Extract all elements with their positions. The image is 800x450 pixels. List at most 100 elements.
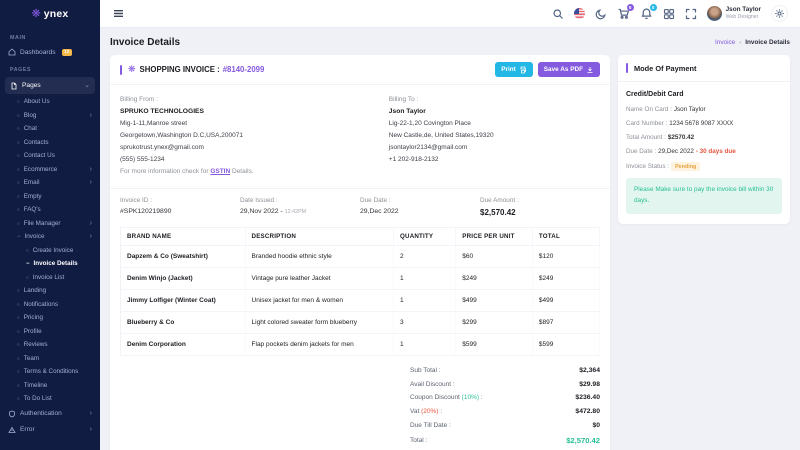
breadcrumb: Invoice › Invoice Details	[715, 39, 790, 46]
sidebar-item-label: Timeline	[24, 382, 48, 389]
sidebar-item-create-invoice[interactable]: Create Invoice	[0, 244, 100, 258]
due-amount-value: $2,570.42	[480, 208, 600, 217]
billing-from-label: Billing From :	[120, 94, 389, 106]
notifications-bell-icon[interactable]: 0	[640, 7, 653, 20]
sidebar-item-terms-conditions[interactable]: Terms & Conditions	[0, 365, 100, 379]
settings-gear-icon[interactable]	[771, 5, 788, 22]
breadcrumb-current: Invoice Details	[745, 39, 790, 46]
sidebar-item-profile[interactable]: Profile	[0, 325, 100, 339]
notifications-count-badge: 0	[650, 4, 657, 11]
sidebar-item-error[interactable]: Error ›	[0, 422, 100, 438]
sidebar-item-label: Error	[20, 426, 35, 433]
sidebar: ❋ ynex MAIN Dashboards 12 PAGES Pages ⌄ …	[0, 0, 100, 450]
search-icon[interactable]	[552, 8, 564, 20]
sidebar-item-dashboards[interactable]: Dashboards 12	[0, 44, 100, 60]
page-title: Invoice Details	[110, 37, 180, 48]
avail-discount-label: Avail Discount :	[410, 381, 455, 388]
flag-union	[574, 8, 579, 14]
gstin-info-prefix: For more information check for	[120, 168, 210, 175]
chevron-right-icon: ›	[90, 410, 92, 417]
sidebar-item-invoice-details[interactable]: Invoice Details	[0, 257, 100, 271]
fullscreen-icon[interactable]	[685, 8, 697, 20]
sidebar-item-label: FAQ's	[24, 206, 41, 213]
invoice-card: ❋ SHOPPING INVOICE : #8140-2099 Print Sa…	[110, 55, 610, 450]
coupon-discount-value: $236.40	[575, 394, 600, 401]
cell-qty: 1	[394, 268, 456, 290]
cell-qty: 2	[394, 246, 456, 268]
date-issued-date: 29,Nov 2022 -	[240, 208, 283, 215]
warning-triangle-icon	[8, 426, 16, 434]
save-pdf-button-label: Save As PDF	[544, 66, 583, 73]
print-button[interactable]: Print	[495, 62, 533, 77]
cell-brand: Blueberry & Co	[121, 312, 246, 334]
cell-price: $499	[456, 290, 533, 312]
sidebar-item-pages[interactable]: Pages ⌄	[5, 77, 95, 94]
sidebar-item-contacts[interactable]: Contacts	[0, 136, 100, 150]
sidebar-item-email[interactable]: Email›	[0, 176, 100, 190]
sidebar-item-about-us[interactable]: About Us	[0, 95, 100, 109]
subtotal-value: $2,364	[579, 367, 600, 374]
language-flag-icon[interactable]	[574, 8, 585, 19]
sidebar-item-authentication[interactable]: Authentication ›	[0, 406, 100, 422]
sidebar-item-pricing[interactable]: Pricing	[0, 311, 100, 325]
sidebar-item-reviews[interactable]: Reviews	[0, 338, 100, 352]
pages-submenu: About Us Blog› Chat Contacts Contact Us …	[0, 95, 100, 406]
due-date-value: 29,Dec 2022	[360, 208, 480, 215]
sidebar-item-label: Terms & Conditions	[24, 368, 79, 375]
sidebar-item-label: File Manager	[24, 220, 61, 227]
vat-percent: (20%)	[421, 408, 438, 415]
sidebar-item-to-do-list[interactable]: To Do List	[0, 392, 100, 406]
sidebar-item-label: Pricing	[24, 314, 43, 321]
total-label: Total :	[410, 437, 427, 444]
sidebar-item-contact-us[interactable]: Contact Us	[0, 149, 100, 163]
chevron-right-icon: ›	[90, 220, 92, 227]
billing-from-line2: Georgetown,Washington D.C,USA,200071	[120, 130, 389, 142]
sidebar-item-chat[interactable]: Chat	[0, 122, 100, 136]
vat-row: Vat (20%) : $472.80	[410, 405, 600, 419]
invoice-id-label: Invoice ID :	[120, 197, 240, 204]
col-price-per-unit: PRICE PER UNIT	[456, 228, 533, 246]
cell-total: $499	[532, 290, 599, 312]
billing-to-line2: New Castle,de, United States,19320	[389, 130, 494, 142]
cart-icon[interactable]: 5	[617, 7, 630, 20]
sidebar-item-file-manager[interactable]: File Manager ›	[0, 217, 100, 231]
avatar	[707, 6, 722, 21]
menu-hamburger-icon[interactable]	[112, 7, 125, 20]
apps-grid-icon[interactable]	[663, 8, 675, 20]
sidebar-item-label: Invoice List	[33, 274, 65, 281]
sidebar-item-label: About Us	[24, 98, 50, 105]
sidebar-item-ecommerce[interactable]: Ecommerce›	[0, 163, 100, 177]
accent-bar	[120, 65, 122, 75]
cell-brand: Denim Winjo (Jacket)	[121, 268, 246, 290]
mode-of-payment-card: Mode Of Payment Credit/Debit Card Name O…	[618, 55, 790, 224]
chevron-right-icon: ›	[90, 426, 92, 433]
coupon-label-text: Coupon Discount	[410, 394, 462, 401]
sidebar-item-team[interactable]: Team	[0, 352, 100, 366]
sidebar-item-notifications[interactable]: Notifications	[0, 298, 100, 312]
chevron-right-icon: ›	[90, 166, 92, 173]
sidebar-item-label: Empty	[24, 193, 42, 200]
vat-label-text: Vat	[410, 408, 421, 415]
status-badge: Pending	[671, 162, 700, 171]
shield-icon	[8, 410, 16, 418]
dark-mode-moon-icon[interactable]	[595, 8, 607, 20]
sidebar-item-label: Reviews	[24, 341, 48, 348]
payment-due-date-value: 29,Dec 2022	[658, 148, 694, 155]
col-brand-name: BRAND NAME	[121, 228, 246, 246]
sidebar-item-empty[interactable]: Empty	[0, 190, 100, 204]
brand-logo[interactable]: ❋ ynex	[0, 0, 100, 28]
sidebar-item-blog[interactable]: Blog›	[0, 109, 100, 123]
save-as-pdf-button[interactable]: Save As PDF	[538, 62, 600, 77]
gstin-link[interactable]: GSTIN	[210, 168, 230, 175]
due-amount-label: Due Amount :	[480, 197, 600, 204]
vat-value: $472.80	[575, 408, 600, 415]
sidebar-item-invoice-list[interactable]: Invoice List	[0, 271, 100, 285]
chevron-right-icon: ›	[90, 179, 92, 186]
breadcrumb-invoice-link[interactable]: Invoice	[715, 39, 735, 46]
sidebar-item-landing[interactable]: Landing	[0, 284, 100, 298]
user-menu[interactable]: Json Taylor Web Designer	[707, 6, 761, 21]
sidebar-item-invoice[interactable]: Invoice›	[0, 230, 100, 244]
sidebar-item-faqs[interactable]: FAQ's	[0, 203, 100, 217]
file-icon	[10, 82, 18, 90]
sidebar-item-timeline[interactable]: Timeline	[0, 379, 100, 393]
